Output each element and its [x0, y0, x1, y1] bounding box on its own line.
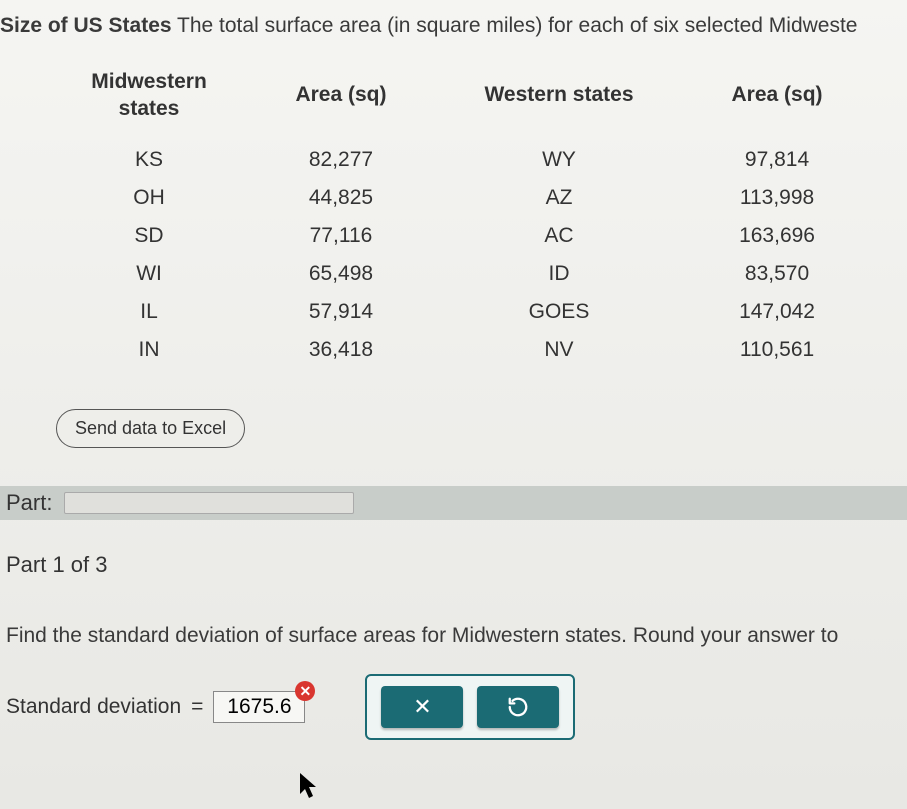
table-cell: 147,042: [691, 293, 864, 331]
problem-header: Size of US States The total surface area…: [0, 0, 907, 60]
table-cell: ID: [427, 255, 690, 293]
table-cell: 57,914: [255, 293, 428, 331]
table-cell: 77,116: [255, 217, 428, 255]
table-row: IN36,418NV110,561: [44, 331, 864, 369]
mouse-cursor-icon: [298, 772, 320, 805]
col-header-mw-area: Area (sq): [255, 60, 428, 141]
undo-icon: [507, 696, 529, 718]
error-icon: ✕: [295, 681, 315, 701]
table-cell: AZ: [427, 179, 690, 217]
table-row: KS82,277WY97,814: [44, 141, 864, 179]
table-cell: 82,277: [255, 141, 428, 179]
col-header-western: Western states: [427, 60, 690, 141]
table-row: IL57,914GOES147,042: [44, 293, 864, 331]
col-header-w-area: Area (sq): [691, 60, 864, 141]
table-cell: IN: [44, 331, 255, 369]
answer-label: Standard deviation: [6, 695, 181, 719]
standard-deviation-input[interactable]: [213, 691, 305, 723]
table-cell: 97,814: [691, 141, 864, 179]
table-cell: 36,418: [255, 331, 428, 369]
answer-row: Standard deviation = ✕ ✕: [0, 674, 907, 740]
table-cell: AC: [427, 217, 690, 255]
clear-button[interactable]: ✕: [381, 686, 463, 728]
question-text: Find the standard deviation of surface a…: [0, 624, 907, 648]
equals-sign: =: [191, 695, 203, 719]
table-cell: GOES: [427, 293, 690, 331]
close-icon: ✕: [413, 694, 431, 720]
answer-action-group: ✕: [365, 674, 575, 740]
table-cell: 113,998: [691, 179, 864, 217]
table-row: WI65,498ID83,570: [44, 255, 864, 293]
col-header-midwestern: Midwestern states: [44, 60, 255, 141]
table-header-row: Midwestern states Area (sq) Western stat…: [44, 60, 864, 141]
states-area-table: Midwestern states Area (sq) Western stat…: [44, 60, 864, 369]
table-cell: 110,561: [691, 331, 864, 369]
table-cell: IL: [44, 293, 255, 331]
table-cell: WI: [44, 255, 255, 293]
problem-title-rest: The total surface area (in square miles)…: [172, 14, 858, 37]
table-row: SD77,116AC163,696: [44, 217, 864, 255]
table-cell: KS: [44, 141, 255, 179]
table-cell: 163,696: [691, 217, 864, 255]
problem-title-bold: Size of US States: [0, 14, 172, 37]
part-progress-slot: [64, 492, 354, 514]
table-cell: 65,498: [255, 255, 428, 293]
part-number-label: Part 1 of 3: [0, 552, 907, 578]
table-cell: 44,825: [255, 179, 428, 217]
table-cell: OH: [44, 179, 255, 217]
reset-button[interactable]: [477, 686, 559, 728]
table-cell: SD: [44, 217, 255, 255]
table-row: OH44,825AZ113,998: [44, 179, 864, 217]
send-to-excel-button[interactable]: Send data to Excel: [56, 409, 245, 448]
table-cell: 83,570: [691, 255, 864, 293]
table-cell: WY: [427, 141, 690, 179]
part-progress-bar: Part:: [0, 486, 907, 520]
part-bar-label: Part:: [6, 490, 52, 516]
table-cell: NV: [427, 331, 690, 369]
